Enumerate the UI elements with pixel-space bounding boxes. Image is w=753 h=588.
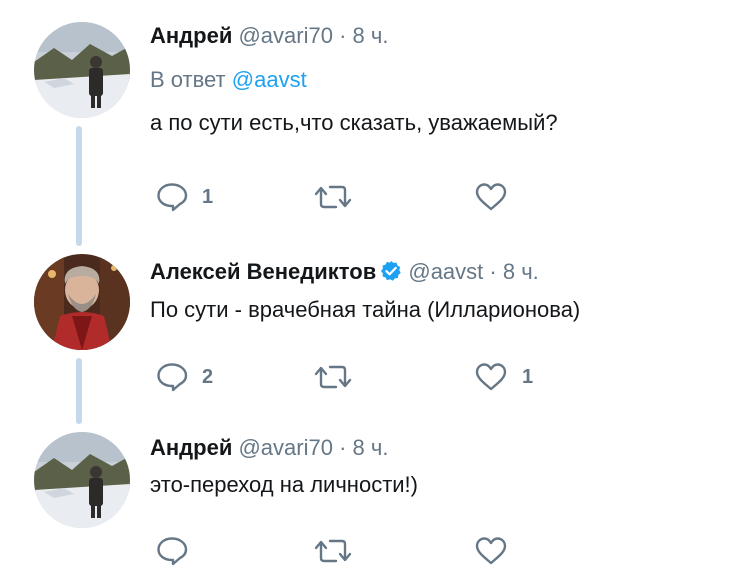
heart-icon bbox=[475, 537, 507, 565]
tweet-text: а по сути есть,что сказать, уважаемый? bbox=[150, 110, 558, 135]
retweet-button[interactable] bbox=[314, 180, 352, 214]
user-handle[interactable]: @avari70 bbox=[238, 435, 333, 460]
tweet[interactable]: Андрей @avari70 · 8 ч. это-переход на ли… bbox=[0, 420, 753, 588]
retweet-button[interactable] bbox=[314, 360, 352, 394]
user-handle[interactable]: @aavst bbox=[408, 259, 483, 284]
speech-bubble-icon bbox=[157, 537, 188, 566]
tweet-time[interactable]: 8 ч. bbox=[353, 23, 389, 48]
tweet[interactable]: Андрей @avari70 · 8 ч. В ответ @aavst а … bbox=[0, 0, 753, 240]
retweet-button[interactable] bbox=[314, 534, 352, 568]
like-button[interactable] bbox=[474, 180, 508, 214]
conversation-thread: Андрей @avari70 · 8 ч. В ответ @aavst а … bbox=[0, 0, 753, 588]
retweet-icon bbox=[314, 539, 352, 563]
reply-prefix: В ответ bbox=[150, 67, 226, 92]
heart-icon bbox=[475, 183, 507, 211]
user-handle[interactable]: @avari70 bbox=[238, 23, 333, 48]
like-button[interactable]: 1 bbox=[474, 360, 533, 394]
tweet-text: это-переход на личности!) bbox=[150, 472, 418, 497]
verified-badge-icon bbox=[380, 260, 402, 289]
reply-button[interactable]: 1 bbox=[156, 180, 213, 214]
reply-count: 1 bbox=[202, 185, 214, 208]
like-count: 1 bbox=[522, 365, 534, 388]
reply-count: 2 bbox=[202, 365, 214, 388]
display-name[interactable]: Андрей bbox=[150, 435, 232, 460]
avatar[interactable] bbox=[34, 22, 130, 118]
tweet-header: Андрей @avari70 · 8 ч. bbox=[150, 434, 743, 462]
avatar-photo-portrait bbox=[34, 254, 130, 350]
separator-dot: · bbox=[489, 259, 497, 284]
reply-context: В ответ @aavst bbox=[150, 66, 743, 94]
separator-dot: · bbox=[339, 435, 347, 460]
tweet-time[interactable]: 8 ч. bbox=[353, 435, 389, 460]
separator-dot: · bbox=[339, 23, 347, 48]
avatar[interactable] bbox=[34, 432, 130, 528]
tweet[interactable]: Алексей Венедиктов @aavst · 8 ч. По сути… bbox=[0, 240, 753, 420]
reply-button[interactable]: 2 bbox=[156, 360, 213, 394]
retweet-icon bbox=[314, 365, 352, 389]
tweet-header: Алексей Венедиктов @aavst · 8 ч. bbox=[150, 258, 743, 289]
avatar-photo-winter bbox=[34, 22, 130, 118]
like-button[interactable] bbox=[474, 534, 508, 568]
speech-bubble-icon bbox=[157, 363, 188, 392]
speech-bubble-icon bbox=[157, 183, 188, 212]
tweet-text: По сути - врачебная тайна (Илларионова) bbox=[150, 297, 581, 322]
reply-to-link[interactable]: @aavst bbox=[232, 67, 307, 92]
avatar-photo-winter bbox=[34, 432, 130, 528]
reply-button[interactable] bbox=[156, 534, 188, 568]
avatar[interactable] bbox=[34, 254, 130, 350]
display-name[interactable]: Андрей bbox=[150, 23, 232, 48]
tweet-time[interactable]: 8 ч. bbox=[503, 259, 539, 284]
heart-icon bbox=[475, 363, 507, 391]
display-name[interactable]: Алексей Венедиктов bbox=[150, 259, 376, 284]
retweet-icon bbox=[314, 185, 352, 209]
tweet-header: Андрей @avari70 · 8 ч. bbox=[150, 22, 743, 50]
